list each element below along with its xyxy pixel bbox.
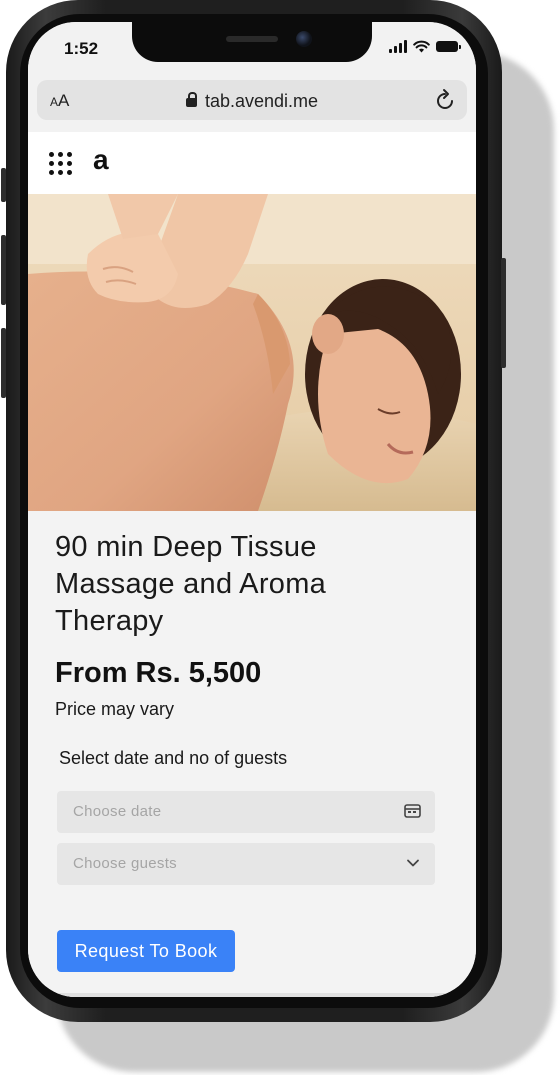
phone-volume-down-button	[1, 328, 6, 398]
request-to-book-button[interactable]: Request To Book	[57, 930, 235, 972]
phone-volume-up-button	[1, 235, 6, 305]
booking-label: Select date and no of guests	[59, 748, 288, 768]
massage-photo	[28, 194, 476, 511]
date-picker-field[interactable]: Choose date	[57, 791, 435, 833]
status-icons	[389, 40, 461, 53]
guests-placeholder: Choose guests	[73, 855, 177, 872]
service-title: 90 min Deep Tissue Massage and Aroma The…	[55, 531, 327, 637]
phone-power-button	[501, 258, 506, 368]
chevron-down-icon[interactable]	[405, 855, 421, 871]
notch	[132, 22, 372, 62]
url-display[interactable]: tab.avendi.me	[37, 91, 467, 112]
address-bar[interactable]: AA tab.avendi.me	[37, 80, 467, 120]
screen-bottom-divider	[28, 993, 476, 997]
front-camera	[296, 31, 312, 47]
apps-grid-icon[interactable]	[49, 152, 73, 176]
phone-screen: 1:52 AA tab.avendi.me a 90 min Deep Tiss…	[28, 22, 476, 997]
service-details: 90 min Deep Tissue Massage and Aroma The…	[28, 511, 476, 997]
url-text: tab.avendi.me	[204, 91, 319, 111]
status-time: 1:52	[64, 39, 99, 58]
service-price: From Rs. 5,500	[55, 657, 262, 689]
lock-icon	[185, 92, 197, 107]
calendar-icon[interactable]	[404, 803, 421, 819]
reload-icon[interactable]	[435, 88, 457, 112]
guests-select-field[interactable]: Choose guests	[57, 843, 435, 885]
status-bar: 1:52	[28, 22, 476, 72]
speaker-grille	[226, 36, 278, 42]
phone-mute-switch	[1, 168, 6, 202]
battery-icon	[436, 41, 461, 52]
browser-toolbar: AA tab.avendi.me	[28, 72, 476, 132]
price-note: Price may vary	[55, 699, 175, 719]
service-hero-image	[28, 194, 476, 511]
date-placeholder: Choose date	[73, 803, 162, 820]
wifi-icon	[413, 40, 430, 53]
brand-logo[interactable]: a	[93, 144, 109, 176]
app-header: a	[28, 132, 476, 194]
cellular-signal-icon	[389, 40, 407, 53]
